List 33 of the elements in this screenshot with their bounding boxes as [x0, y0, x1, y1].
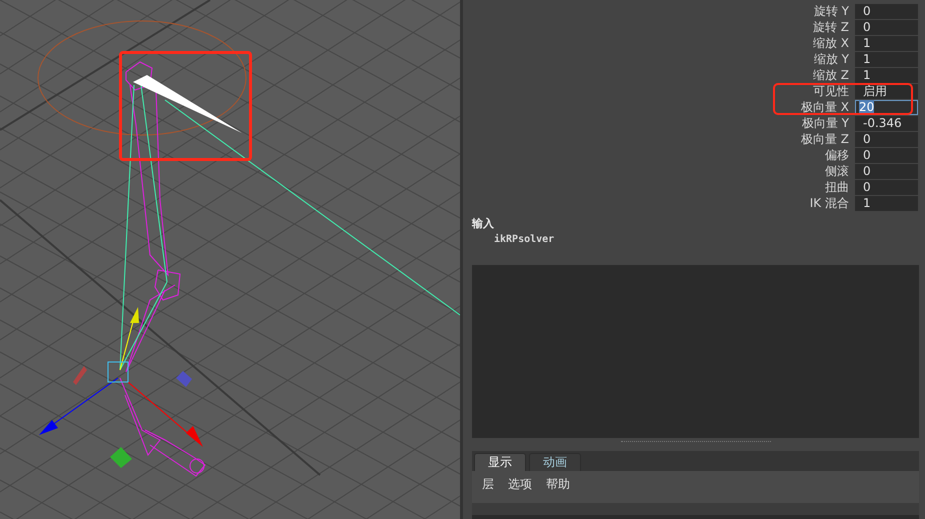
attribute-field[interactable]: 1 — [855, 68, 918, 82]
attribute-field[interactable]: 0 — [855, 148, 918, 162]
menu-item[interactable]: 选项 — [508, 477, 532, 503]
attribute-label: 极向量 Y — [800, 116, 849, 130]
menu-item[interactable]: 层 — [482, 477, 494, 503]
input-node-item[interactable]: ikRPsolver — [472, 233, 919, 247]
attribute-field[interactable]: 20 — [855, 100, 918, 114]
attribute-field[interactable]: 1 — [855, 36, 918, 50]
splitter-handle[interactable] — [620, 441, 770, 443]
attribute-field[interactable]: 0 — [855, 20, 918, 34]
attribute-label: 偏移 — [824, 148, 849, 162]
attribute-label: 缩放 Z — [812, 68, 849, 82]
attribute-label: 缩放 X — [812, 36, 849, 50]
attribute-label: IK 混合 — [808, 196, 849, 210]
menu-item[interactable]: 帮助 — [546, 477, 570, 503]
attribute-field[interactable]: -0.346 — [855, 116, 918, 130]
attribute-field[interactable]: 0 — [855, 132, 918, 146]
section-heading: 输入 — [472, 217, 495, 231]
attribute-label: 极向量 X — [800, 100, 849, 114]
attribute-label: 扭曲 — [824, 180, 849, 194]
attribute-field[interactable]: 0 — [855, 180, 918, 194]
attribute-label: 旋转 Y — [812, 4, 849, 18]
attribute-label: 侧滚 — [824, 164, 849, 178]
attribute-field[interactable]: 1 — [855, 52, 918, 66]
attribute-field[interactable]: 1 — [855, 196, 918, 210]
tab[interactable]: 动画 — [529, 453, 581, 471]
tab[interactable]: 显示 — [474, 453, 526, 471]
attribute-label: 缩放 Y — [812, 52, 849, 66]
attribute-field[interactable]: 0 — [855, 4, 918, 18]
attribute-field[interactable]: 0 — [855, 164, 918, 178]
attribute-label: 可见性 — [812, 84, 849, 98]
attribute-label: 极向量 Z — [800, 132, 849, 146]
attribute-label: 旋转 Z — [812, 20, 849, 34]
